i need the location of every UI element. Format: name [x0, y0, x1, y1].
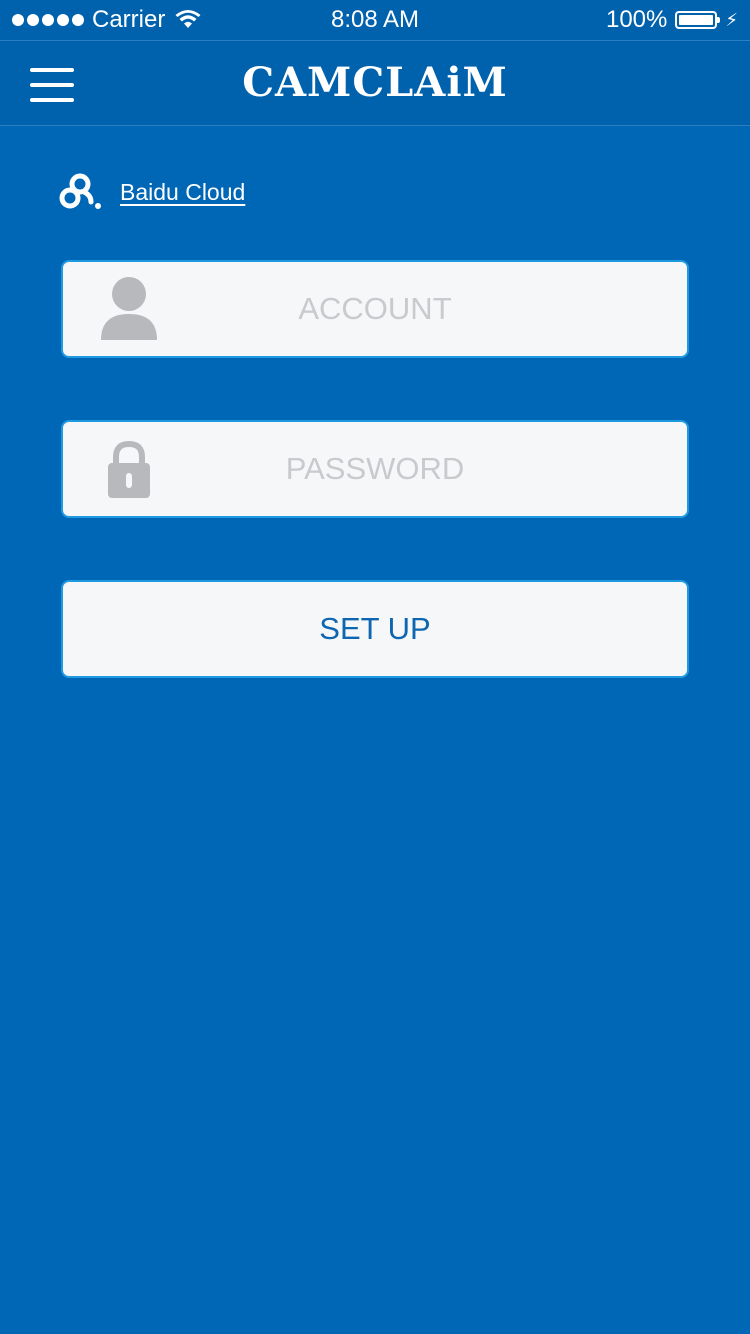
account-field[interactable] — [61, 260, 689, 358]
baidu-cloud-icon — [59, 173, 101, 209]
nav-bar: CAMCLAiM — [0, 40, 750, 126]
password-field[interactable] — [61, 420, 689, 518]
cloud-link[interactable]: Baidu Cloud — [58, 172, 245, 212]
battery-icon — [675, 11, 721, 29]
battery-percent: 100% — [605, 6, 668, 33]
setup-button[interactable]: SET UP — [61, 580, 689, 678]
charging-icon: ⚡ — [725, 9, 738, 30]
status-right: 100% ⚡ — [606, 6, 738, 34]
app-title: CAMCLAiM — [242, 59, 508, 106]
status-bar: Carrier 8:08 AM 100% ⚡ — [0, 0, 750, 40]
account-input[interactable] — [63, 262, 687, 356]
password-input[interactable] — [63, 422, 687, 516]
cloud-link-label[interactable]: Baidu Cloud — [120, 179, 245, 206]
